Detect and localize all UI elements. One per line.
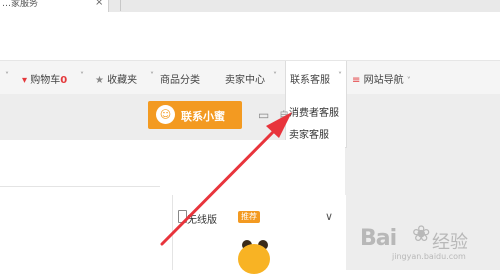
annotation-arrow [160,112,292,246]
